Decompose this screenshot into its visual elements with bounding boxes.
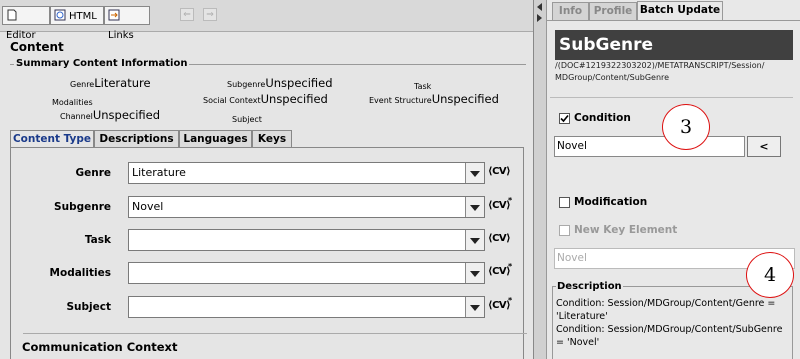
new-key-element-label: New Key Element [574,224,678,236]
back-arrow-icon[interactable]: ⇐ [180,8,194,21]
tab-baseline [547,20,800,21]
chevron-down-icon[interactable] [465,263,484,283]
multi-value-star: * [508,196,513,205]
document-icon [7,9,17,21]
callout-4: 4 [746,252,794,298]
node-title: SubGenre [555,30,793,60]
html-button[interactable]: HTML [50,6,104,25]
cv-icon[interactable]: ⟨CV⟩ [488,200,511,211]
modalities-label: Modalities [49,267,111,279]
subject-combo[interactable] [128,296,485,318]
multi-value-star: * [508,296,513,305]
forward-arrow-icon[interactable]: ⇒ [203,8,217,21]
check-icon [560,114,569,123]
multi-value-star: * [508,262,513,271]
chevron-down-icon[interactable] [465,297,484,317]
genre-combo[interactable]: Literature [128,162,485,184]
modification-label: Modification [574,196,648,208]
editor-pane: Editor HTML Links ⇐ ⇒ Content Summary Co… [0,0,534,359]
cv-icon[interactable]: ⟨CV⟩ [488,166,511,177]
summary-event-structure: Event StructureUnspecified [369,92,499,106]
cv-icon[interactable]: ⟨CV⟩ [488,300,511,311]
html-icon [54,9,66,21]
tab-info[interactable]: Info [552,2,589,20]
communication-context-title: Communication Context [22,340,178,354]
subgenre-label: Subgenre [54,201,111,213]
chevron-down-icon[interactable] [465,230,484,250]
modalities-combo[interactable] [128,262,485,284]
summary-subject: Subject [232,115,262,124]
callout-3: 3 [662,104,710,150]
modification-checkbox[interactable] [559,197,570,208]
subject-label: Subject [66,301,111,313]
task-label: Task [84,234,111,246]
condition-checkbox[interactable] [559,113,570,124]
toolbar: Editor HTML Links ⇐ ⇒ [0,0,533,41]
tab-keys[interactable]: Keys [252,130,292,147]
genre-label: Genre [75,167,111,179]
summary-subgenre: SubgenreUnspecified [227,76,333,90]
tab-profile[interactable]: Profile [589,2,637,20]
summary-modalities: Modalities [52,98,93,107]
content-title: Content [10,40,64,54]
divider [23,333,527,334]
tab-languages[interactable]: Languages [179,130,252,147]
editor-button[interactable]: Editor [2,6,50,41]
summary-legend: Summary Content Information [14,58,190,69]
tab-descriptions[interactable]: Descriptions [94,130,179,147]
collapse-right-icon[interactable] [536,14,543,22]
chevron-down-icon[interactable] [465,163,484,183]
content-type-panel: Genre Literature ⟨CV⟩ Subgenre Novel ⟨CV… [10,147,527,359]
summary-genre: GenreLiterature [70,76,151,90]
task-combo[interactable] [128,229,485,251]
insert-value-button[interactable]: < [747,136,781,157]
condition-label: Condition [574,112,631,124]
collapse-left-icon[interactable] [536,3,543,11]
summary-task: Task [414,82,432,91]
new-key-element-checkbox[interactable] [559,225,570,236]
cv-icon[interactable]: ⟨CV⟩ [488,233,511,244]
summary-channel: ChannelUnspecified [60,108,161,122]
description-text: Condition: Session/MDGroup/Content/Genre… [556,298,783,348]
divider [550,97,793,98]
cv-icon[interactable]: ⟨CV⟩ [488,266,511,277]
node-path: /(DOC#1219322303202)/METATRANSCRIPT/Sess… [555,61,765,82]
links-button[interactable]: Links [104,6,150,41]
links-icon [108,9,120,21]
subgenre-combo[interactable]: Novel [128,196,485,218]
splitter[interactable] [534,0,547,359]
condition-input[interactable]: Novel [554,136,745,157]
description-legend: Description [556,281,623,292]
summary-social-context: Social ContextUnspecified [203,92,328,106]
tab-batch-update[interactable]: Batch Update [637,1,723,21]
chevron-down-icon[interactable] [465,197,484,217]
